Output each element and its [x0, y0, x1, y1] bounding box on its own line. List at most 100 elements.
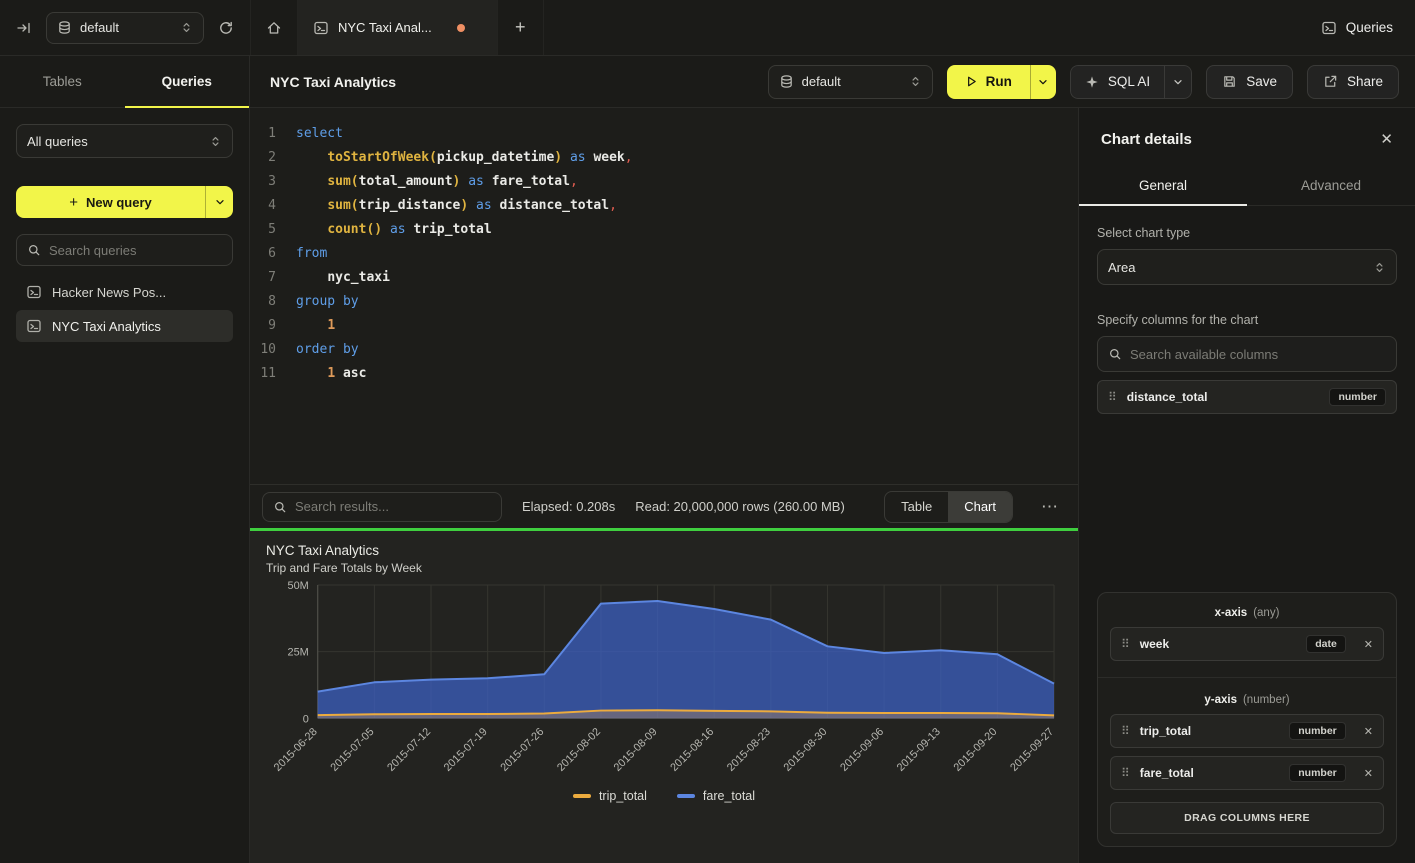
tab-queries[interactable]: Queries: [125, 56, 250, 107]
new-query-button[interactable]: + New query: [16, 186, 205, 218]
work-area: 1select2 toStartOfWeek(pickup_datetime) …: [250, 108, 1078, 863]
results-search-input[interactable]: [262, 492, 502, 522]
elapsed-time: Elapsed: 0.208s: [522, 499, 615, 514]
unsaved-changes-dot: [457, 24, 465, 32]
drag-handle-icon[interactable]: ⠿: [1121, 724, 1130, 738]
results-search-field[interactable]: [295, 499, 491, 514]
column-chip[interactable]: ⠿weekdate✕: [1110, 627, 1384, 661]
legend-swatch: [677, 794, 695, 798]
svg-text:2015-09-13: 2015-09-13: [895, 726, 943, 774]
svg-text:2015-08-16: 2015-08-16: [668, 726, 716, 774]
sql-editor[interactable]: 1select2 toStartOfWeek(pickup_datetime) …: [250, 108, 1078, 484]
svg-text:2015-06-28: 2015-06-28: [272, 726, 320, 774]
sidebar-body: All queries + New query: [0, 108, 249, 863]
share-button-label: Share: [1347, 74, 1383, 89]
svg-text:2015-09-06: 2015-09-06: [838, 726, 886, 774]
remove-column-icon[interactable]: ✕: [1364, 725, 1373, 738]
view-toggle-table[interactable]: Table: [885, 492, 948, 522]
drag-handle-icon[interactable]: ⠿: [1121, 766, 1130, 780]
query-item-label: Hacker News Pos...: [52, 285, 166, 300]
run-dropdown-button[interactable]: [1030, 65, 1056, 99]
drag-handle-icon[interactable]: ⠿: [1121, 637, 1130, 651]
tab-general[interactable]: General: [1079, 166, 1247, 205]
tab-tables[interactable]: Tables: [0, 56, 125, 107]
line-number: 7: [250, 266, 296, 290]
svg-text:2015-08-30: 2015-08-30: [782, 726, 830, 774]
run-button[interactable]: Run: [947, 65, 1030, 99]
column-chip[interactable]: ⠿ trip_total number ✕: [1110, 714, 1384, 748]
chart-subtitle: Trip and Fare Totals by Week: [266, 561, 1062, 575]
new-tab-button[interactable]: +: [498, 0, 544, 55]
legend-item[interactable]: trip_total: [573, 789, 647, 803]
remove-column-icon[interactable]: ✕: [1364, 767, 1373, 780]
share-button[interactable]: Share: [1307, 65, 1399, 99]
line-number: 9: [250, 314, 296, 338]
y-axis-hint: (number): [1243, 694, 1290, 706]
chevrons-updown-icon: [909, 75, 922, 88]
topbar-database-selector[interactable]: default: [46, 12, 204, 44]
new-query-label: New query: [86, 195, 152, 210]
page-title: NYC Taxi Analytics: [270, 74, 396, 90]
main-header: NYC Taxi Analytics default: [250, 56, 1415, 108]
chart-type-select[interactable]: Area: [1097, 249, 1397, 285]
sql-ai-dropdown-button[interactable]: [1164, 65, 1192, 99]
line-number: 10: [250, 338, 296, 362]
code-text: 1: [296, 314, 335, 338]
queries-button[interactable]: Queries: [1321, 20, 1393, 36]
app-window: default NYC Taxi Anal...: [0, 0, 1415, 863]
header-database-selector[interactable]: default: [768, 65, 933, 99]
database-icon: [779, 74, 794, 89]
column-type-badge: number: [1289, 722, 1346, 740]
column-type-badge: number: [1329, 388, 1386, 406]
refresh-button[interactable]: [218, 20, 234, 36]
view-toggle-chart[interactable]: Chart: [948, 492, 1012, 522]
code-text: count() as trip_total: [296, 218, 492, 242]
svg-text:2015-07-12: 2015-07-12: [385, 726, 433, 774]
chart-panel: NYC Taxi Analytics Trip and Fare Totals …: [250, 531, 1078, 863]
query-search-field[interactable]: [49, 243, 222, 258]
code-line: 5 count() as trip_total: [250, 218, 1078, 242]
code-text: group by: [296, 290, 359, 314]
svg-text:50M: 50M: [288, 580, 309, 592]
query-search-input[interactable]: [16, 234, 233, 266]
sql-ai-button[interactable]: SQL AI: [1070, 65, 1164, 99]
topbar-database-value: default: [80, 20, 119, 35]
x-axis-hint: (any): [1253, 607, 1279, 619]
drag-columns-drop-zone[interactable]: DRAG COLUMNS HERE: [1110, 802, 1384, 834]
line-number: 5: [250, 218, 296, 242]
topbar-left: default: [0, 0, 250, 55]
collapse-sidebar-icon[interactable]: [16, 20, 32, 36]
new-query-split-button: + New query: [16, 186, 233, 218]
query-list-item[interactable]: NYC Taxi Analytics: [16, 310, 233, 342]
query-list-item[interactable]: Hacker News Pos...: [16, 276, 233, 308]
column-name: trip_total: [1140, 724, 1191, 738]
remove-column-icon[interactable]: ✕: [1364, 638, 1373, 651]
drag-handle-icon[interactable]: ⠿: [1108, 390, 1117, 404]
home-tab[interactable]: [250, 0, 298, 55]
new-query-dropdown-button[interactable]: [205, 186, 233, 218]
svg-text:25M: 25M: [288, 647, 309, 659]
share-icon: [1323, 74, 1338, 89]
save-button[interactable]: Save: [1206, 65, 1293, 99]
chart-type-label: Select chart type: [1097, 226, 1397, 240]
column-chip[interactable]: ⠿fare_totalnumber✕: [1110, 756, 1384, 790]
line-number: 3: [250, 170, 296, 194]
y-axis-label: y-axis: [1204, 694, 1237, 706]
columns-search-input[interactable]: [1097, 336, 1397, 372]
svg-text:2015-07-05: 2015-07-05: [328, 726, 376, 774]
code-line: 4 sum(trip_distance) as distance_total,: [250, 194, 1078, 218]
tab-nyc-taxi-analytics[interactable]: NYC Taxi Anal...: [298, 0, 498, 55]
columns-search-field[interactable]: [1130, 347, 1386, 362]
header-database-value: default: [802, 74, 841, 89]
line-number: 4: [250, 194, 296, 218]
query-filter-select[interactable]: All queries: [16, 124, 233, 158]
view-toggle: TableChart: [884, 491, 1013, 523]
tab-advanced[interactable]: Advanced: [1247, 166, 1415, 205]
results-chart[interactable]: 025M50M2015-06-282015-07-052015-07-12201…: [266, 579, 1062, 789]
close-icon[interactable]: ✕: [1380, 130, 1393, 148]
column-chip[interactable]: ⠿distance_totalnumber: [1097, 380, 1397, 414]
code-line: 8group by: [250, 290, 1078, 314]
rows-read-stats: Read: 20,000,000 rows (260.00 MB): [635, 499, 845, 514]
legend-item[interactable]: fare_total: [677, 789, 755, 803]
more-options-icon[interactable]: ⋯: [1033, 497, 1066, 517]
